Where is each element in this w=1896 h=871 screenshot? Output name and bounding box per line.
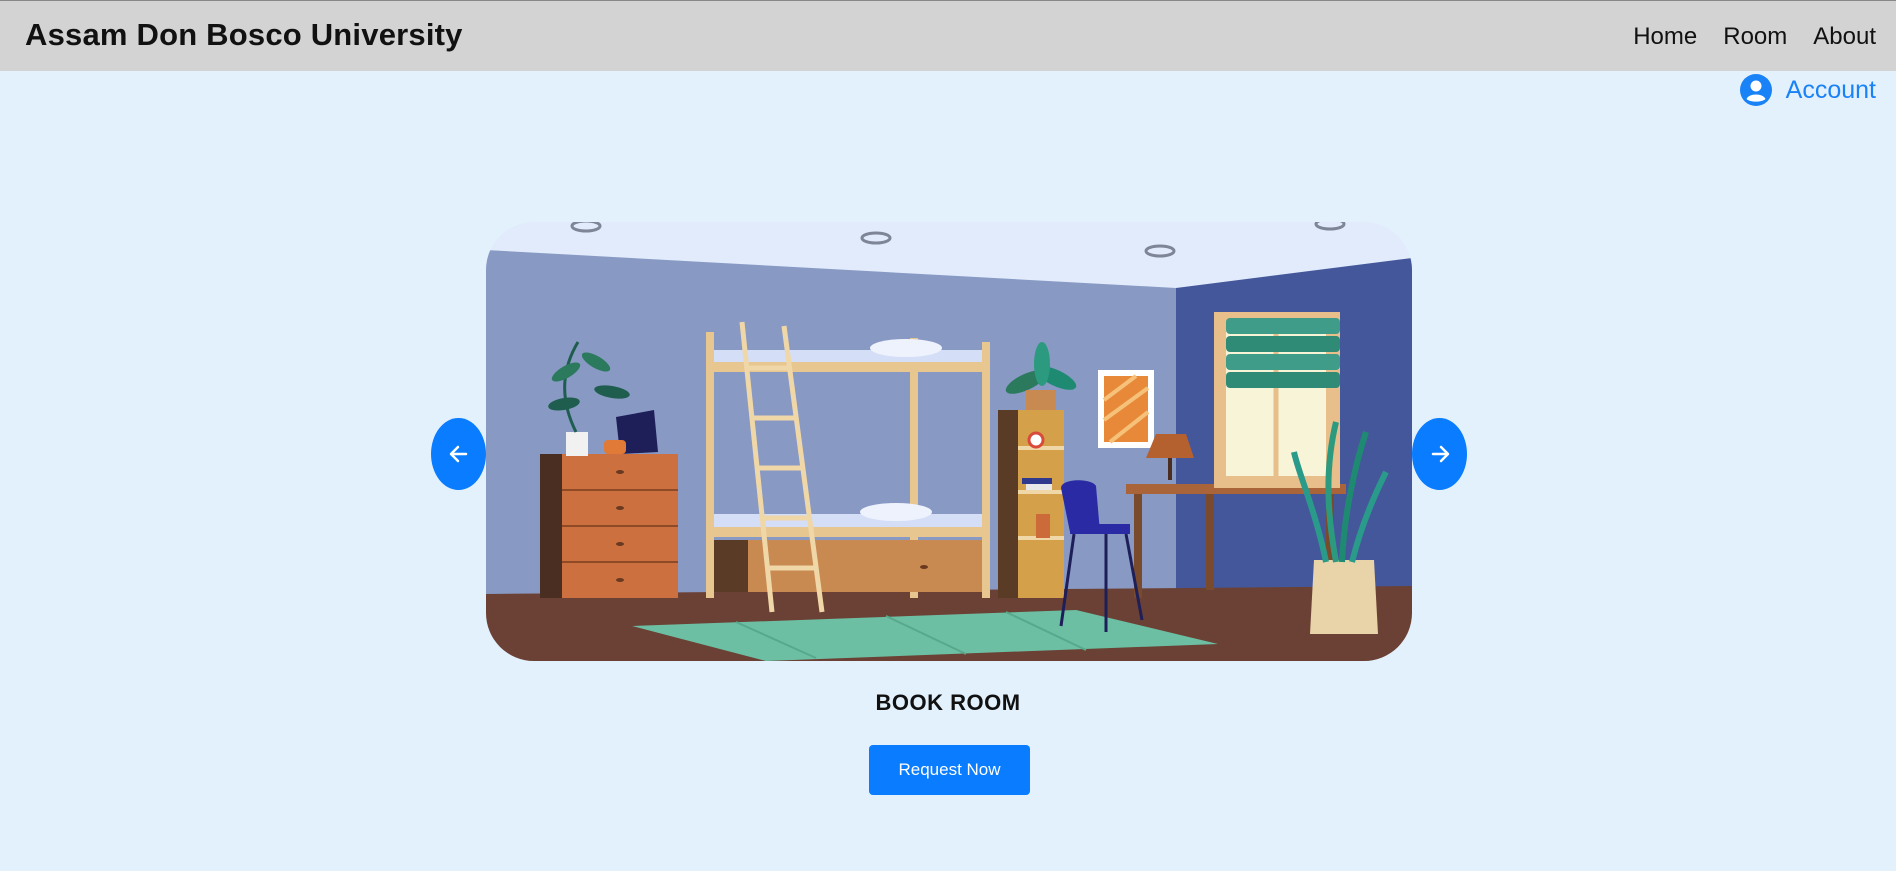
room-carousel <box>486 222 1412 661</box>
request-now-button[interactable]: Request Now <box>869 745 1030 795</box>
nav-links: Home Room About <box>1633 23 1876 51</box>
account-link[interactable]: Account <box>1739 74 1876 106</box>
navbar: Assam Don Bosco University Home Room Abo… <box>0 0 1896 71</box>
nav-link-home[interactable]: Home <box>1633 23 1697 51</box>
user-circle-icon <box>1739 74 1772 106</box>
arrow-right-icon <box>1431 445 1449 463</box>
account-label: Account <box>1785 75 1876 104</box>
nav-link-about[interactable]: About <box>1813 23 1876 51</box>
carousel-prev-button[interactable] <box>431 418 486 490</box>
brand-title[interactable]: Assam Don Bosco University <box>25 17 463 53</box>
carousel-next-button[interactable] <box>1412 418 1467 490</box>
dorm-room-illustration <box>486 222 1412 661</box>
arrow-left-icon <box>449 445 467 463</box>
carousel-slide <box>486 222 1412 661</box>
nav-link-room[interactable]: Room <box>1723 23 1787 51</box>
book-room-heading: BOOK ROOM <box>875 690 1021 715</box>
